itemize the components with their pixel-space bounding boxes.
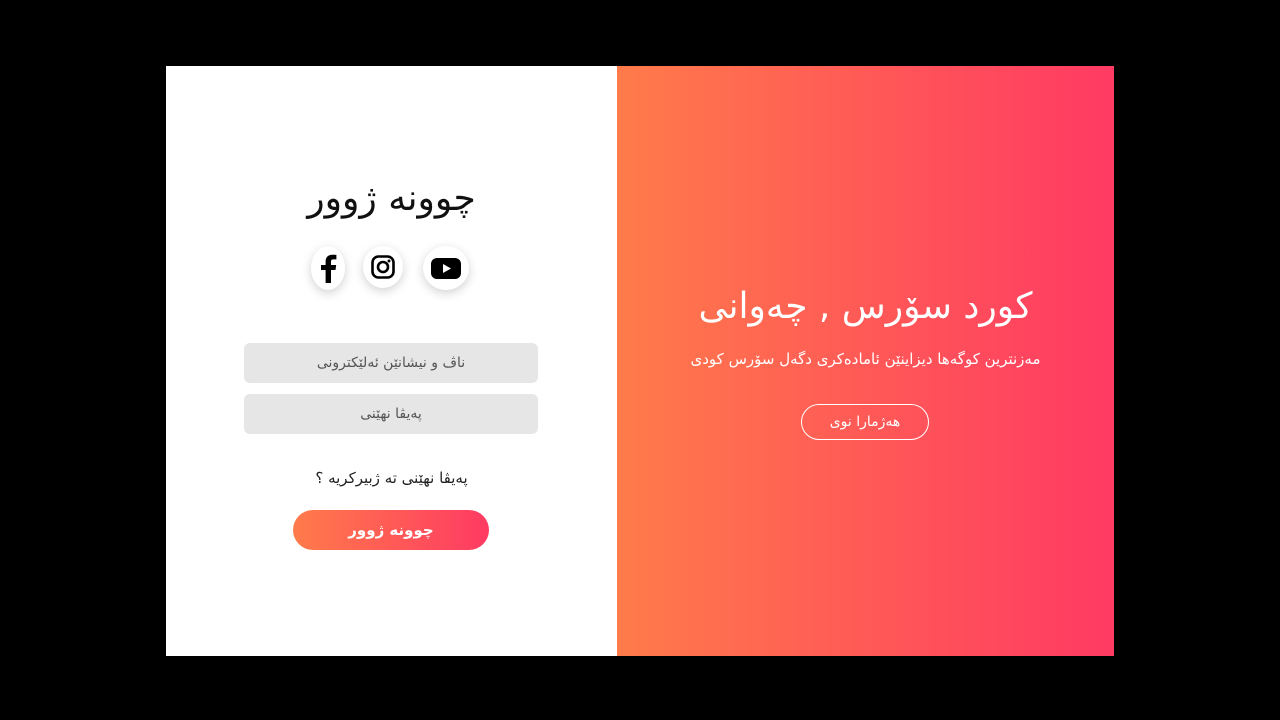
facebook-icon <box>321 254 337 283</box>
welcome-subtitle: مەزنترین کوگەها دیزاینێن ئامادەکری دگەل … <box>690 350 1041 368</box>
facebook-button[interactable] <box>311 246 345 290</box>
email-field[interactable] <box>244 343 538 383</box>
password-field[interactable] <box>244 394 538 434</box>
welcome-panel: کورد سۆرس , چەوانی مەزنترین کوگەها دیزای… <box>617 66 1114 656</box>
login-button[interactable]: چوونە ژوور <box>293 510 489 550</box>
signup-button[interactable]: هەژمارا نوی <box>801 404 929 440</box>
auth-card: چوونە ژوور ناڤ و نیشانێن ئەلێکترونی پەیڤ… <box>166 66 1114 656</box>
social-links <box>311 246 471 290</box>
youtube-button[interactable] <box>423 246 469 290</box>
youtube-icon <box>431 257 461 279</box>
login-title: چوونە ژوور <box>307 178 476 219</box>
instagram-button[interactable] <box>363 246 403 288</box>
login-panel: چوونە ژوور ناڤ و نیشانێن ئەلێکترونی پەیڤ… <box>166 66 617 656</box>
welcome-title: کورد سۆرس , چەوانی <box>698 286 1033 327</box>
forgot-password-link[interactable]: پەیڤا نهێنی تە ژبیرکریە ؟ <box>166 469 617 487</box>
instagram-icon <box>371 255 395 279</box>
